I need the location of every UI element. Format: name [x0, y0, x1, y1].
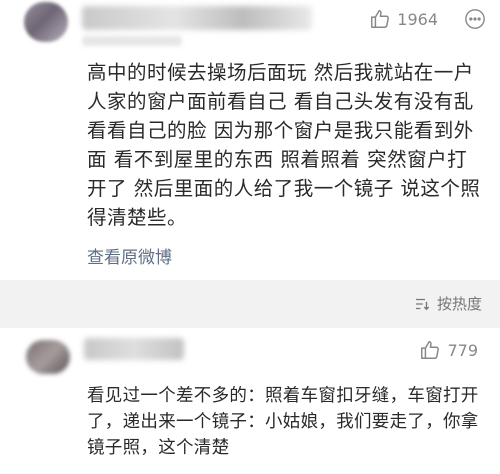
username-blurred[interactable]	[82, 6, 312, 30]
like-button[interactable]: 1964	[369, 8, 438, 30]
thumbs-up-icon	[421, 341, 440, 359]
thumbs-up-icon	[371, 10, 390, 28]
view-original-link[interactable]: 查看原微博	[87, 243, 172, 268]
like-count: 1964	[397, 9, 438, 29]
user-meta-blurred	[82, 36, 182, 46]
comment-text: 高中的时候去操场后面玩 然后我就站在一户人家的窗户面前看自己 看自己头发有没有乱…	[87, 61, 481, 229]
comment-text: 看见过一个差不多的：照着车窗扣牙缝，车窗打开了，递出来一个镜子：小姑娘，我们要走…	[87, 386, 479, 458]
avatar[interactable]	[24, 2, 68, 42]
username-blurred[interactable]	[84, 338, 184, 360]
like-button[interactable]: 779	[419, 339, 478, 361]
sort-label: 按热度	[436, 295, 482, 313]
sort-icon	[415, 298, 430, 310]
sort-by-hot-button[interactable]: 按热度	[413, 293, 482, 314]
more-circle-icon	[465, 9, 485, 29]
more-button[interactable]	[464, 8, 486, 34]
like-count: 779	[447, 340, 478, 360]
avatar[interactable]	[26, 340, 70, 374]
